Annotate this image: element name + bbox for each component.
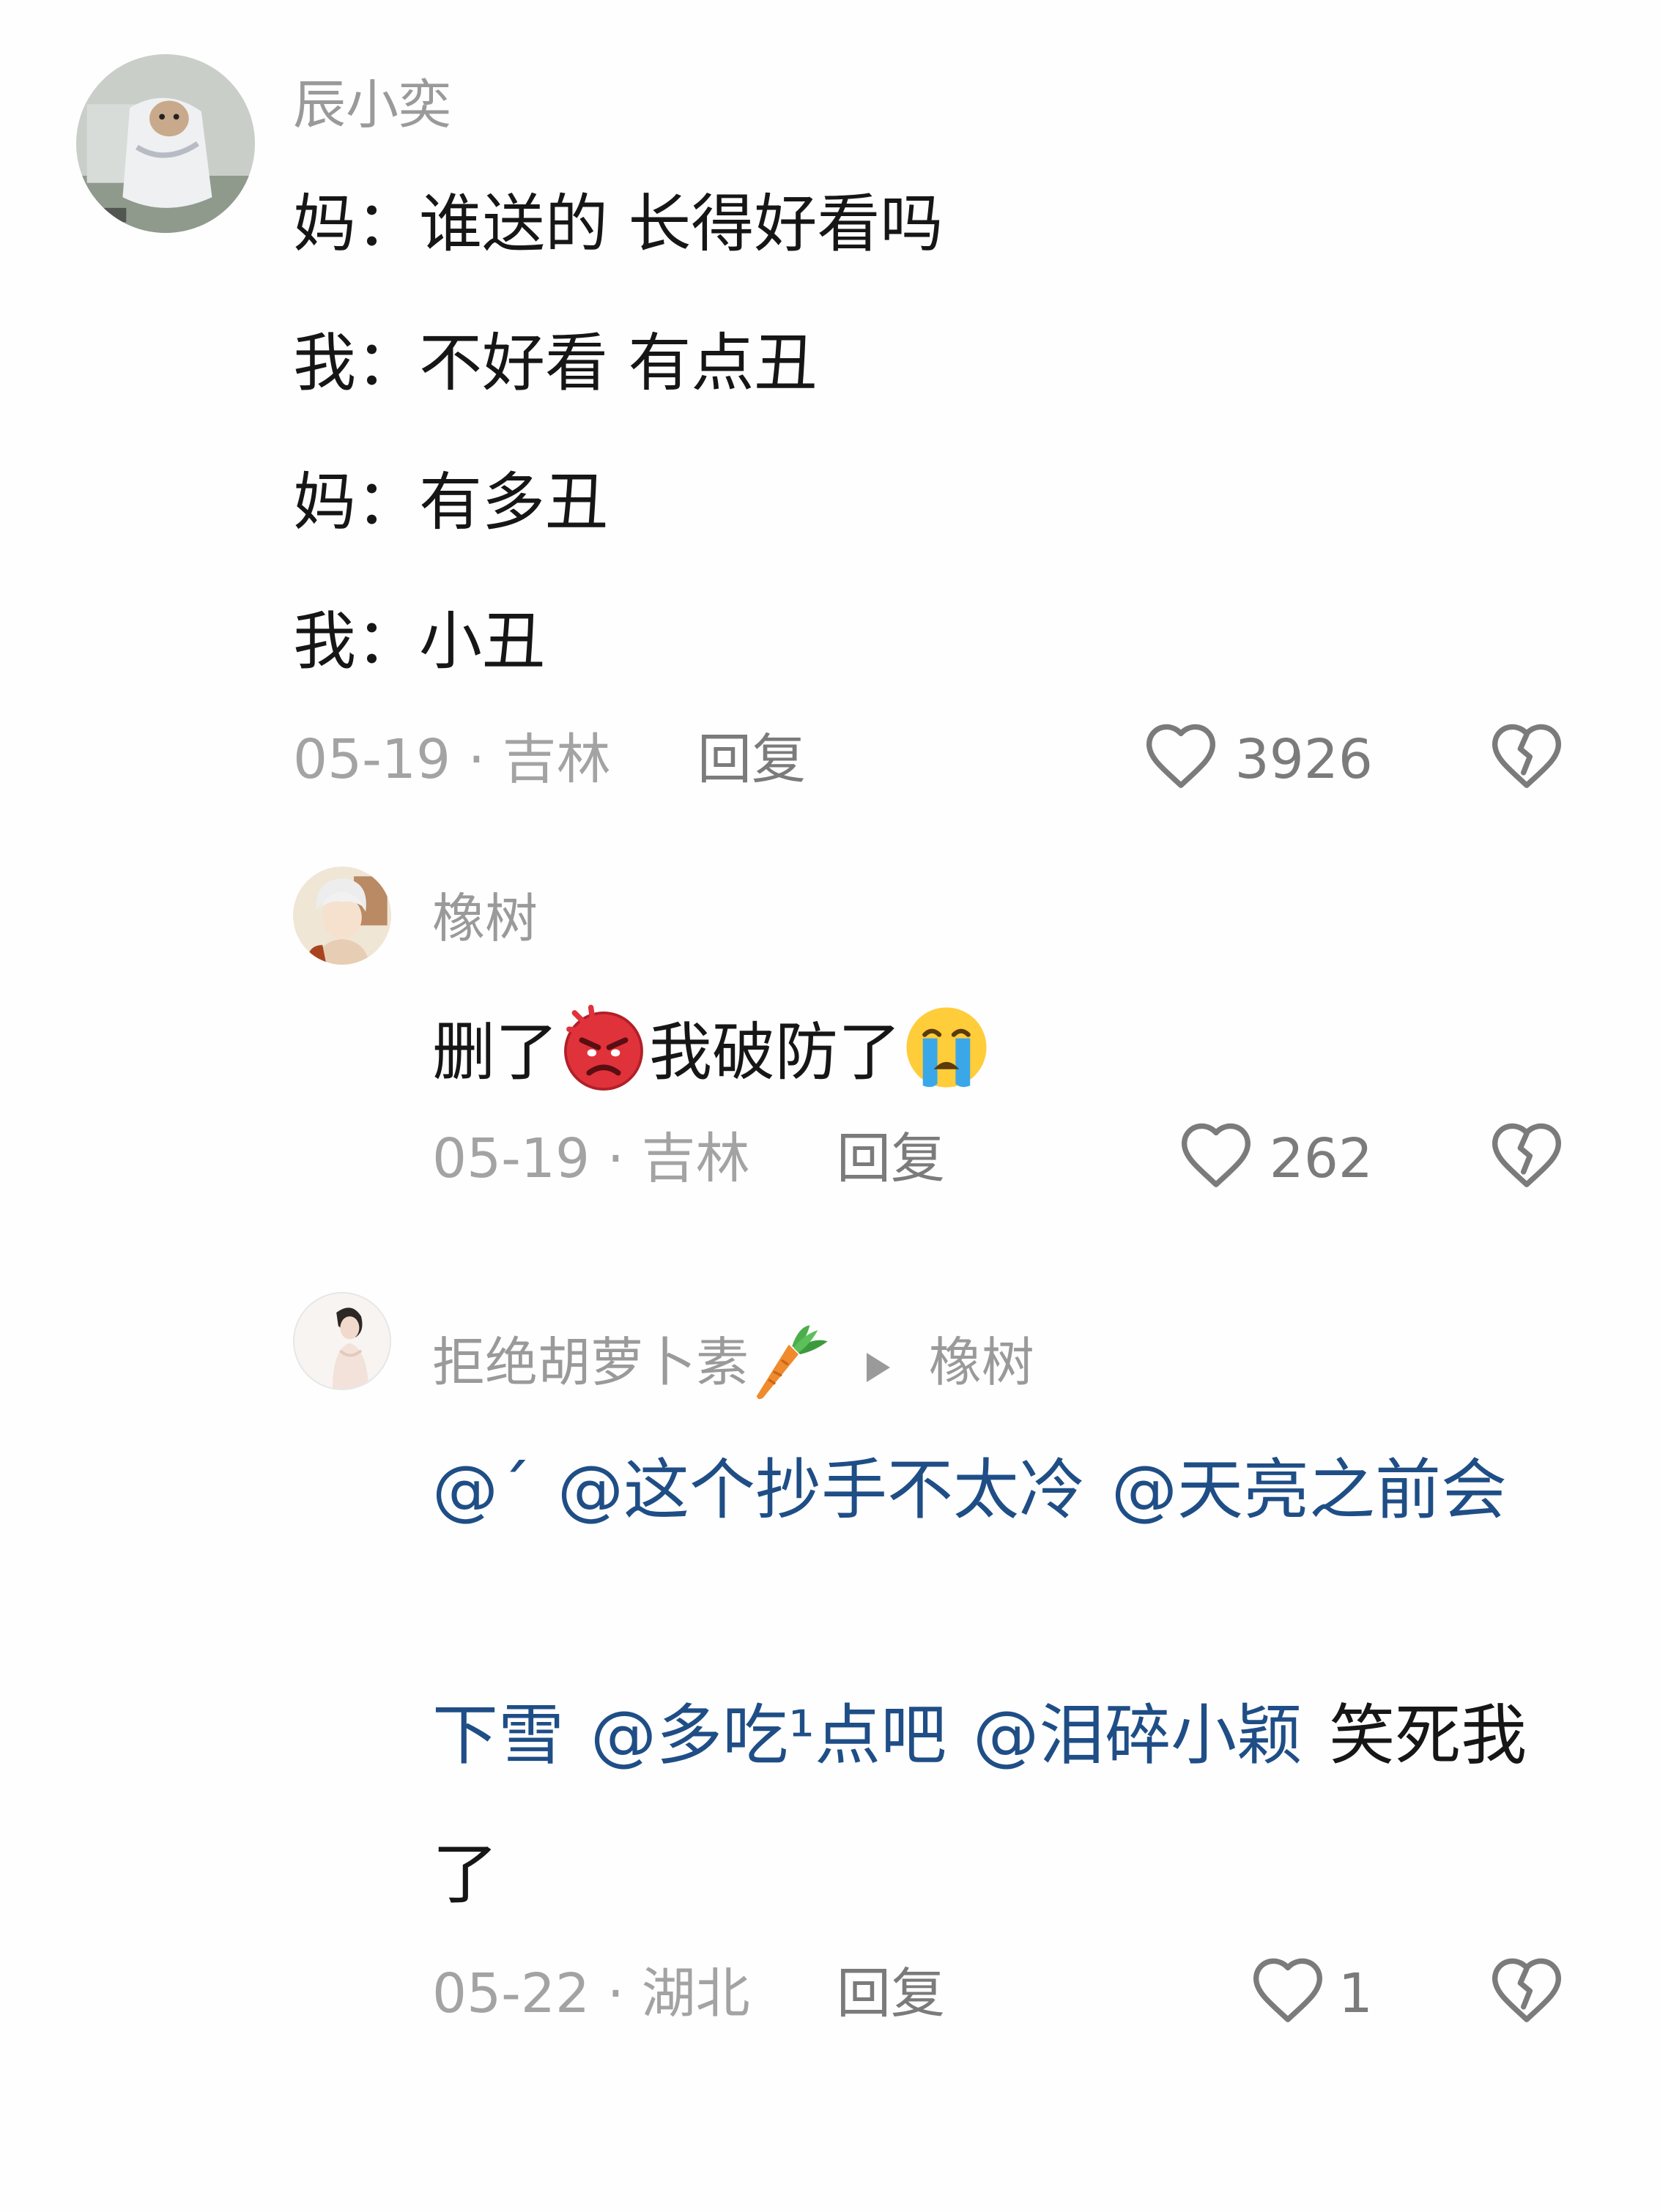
comment-date: 05-19 [293,728,451,791]
carrot-emoji [750,1322,831,1411]
like-count: 262 [1269,1127,1373,1190]
username-text: 拒绝胡萝卜素 [432,1332,749,1394]
mention-link[interactable]: 下雪 [432,1697,564,1774]
mention-link[interactable]: @多吃¹点吧 [590,1697,946,1774]
like-count: 3926 [1234,728,1373,791]
avatar[interactable] [293,866,391,965]
reply-button[interactable]: 回复 [837,1967,945,2021]
mention-link[interactable]: @这个抄手不太冷 [557,1452,1085,1529]
meta-separator: · [607,1127,625,1190]
avatar[interactable] [76,54,255,233]
angry-face-emoji [558,1002,649,1103]
heart-icon [1250,1954,1326,2024]
meta-separator: · [607,1962,625,2025]
broken-heart-icon [1489,1119,1565,1189]
comment-date: 05-19 [432,1127,590,1190]
comment-line: 妈：有多丑 [293,466,608,539]
mention-link[interactable]: @泪碎小颖 [973,1697,1303,1774]
comment-text: 删了 我破防了 [432,1002,992,1091]
text-part: 删了 [432,1016,558,1089]
username[interactable]: 拒绝胡萝卜素 橡树 [432,1322,1034,1411]
heart-icon [1178,1119,1254,1189]
text-part: 我破防了 [649,1016,901,1089]
reply-to-user[interactable]: 橡树 [929,1332,1034,1393]
meta-separator: · [467,728,486,791]
like-button[interactable] [1143,720,1219,790]
username[interactable]: 橡树 [432,892,538,945]
crying-face-emoji [901,1002,992,1103]
comment-location: 吉林 [641,1127,750,1190]
dislike-button[interactable] [1489,1119,1565,1189]
comment-line: @ˊ @这个抄手不太冷 @天亮之前会 [432,1452,1507,1529]
comment-location: 吉林 [502,728,611,791]
reply-to-arrow-icon [864,1340,893,1393]
dislike-button[interactable] [1489,1954,1565,2024]
comment-line: 了 [432,1836,498,1913]
mention-link[interactable]: @ [432,1452,498,1529]
comment-meta: 05-19 · 吉林 [293,732,611,787]
comment-line: 下雪 @多吃¹点吧 @泪碎小颖 笑死我 [432,1703,1527,1769]
avatar[interactable] [293,1292,391,1390]
username[interactable]: 辰小奕 [293,78,451,131]
reply-button[interactable]: 回复 [697,732,806,787]
reply-button[interactable]: 回复 [837,1132,945,1186]
like-button[interactable] [1178,1119,1254,1189]
mention-link[interactable]: @天亮之前会 [1111,1452,1507,1529]
comment-text: 笑死我 [1329,1697,1527,1774]
like-button[interactable] [1250,1954,1326,2024]
dislike-button[interactable] [1489,720,1565,790]
comment-meta: 05-19 · 吉林 [432,1132,750,1186]
broken-heart-icon [1489,1954,1565,2024]
comment-line: 妈：谁送的 长得好看吗 [293,188,944,261]
heart-icon [1143,720,1219,790]
comment-line: 我：不好看 有点丑 [293,327,818,400]
comment-line: 我：小丑 [293,605,545,678]
comment-location: 湖北 [641,1962,750,2025]
like-count: 1 [1338,1962,1373,2025]
comment-date: 05-22 [432,1962,590,2025]
broken-heart-icon [1489,720,1565,790]
comment-meta: 05-22 · 湖北 [432,1967,750,2021]
